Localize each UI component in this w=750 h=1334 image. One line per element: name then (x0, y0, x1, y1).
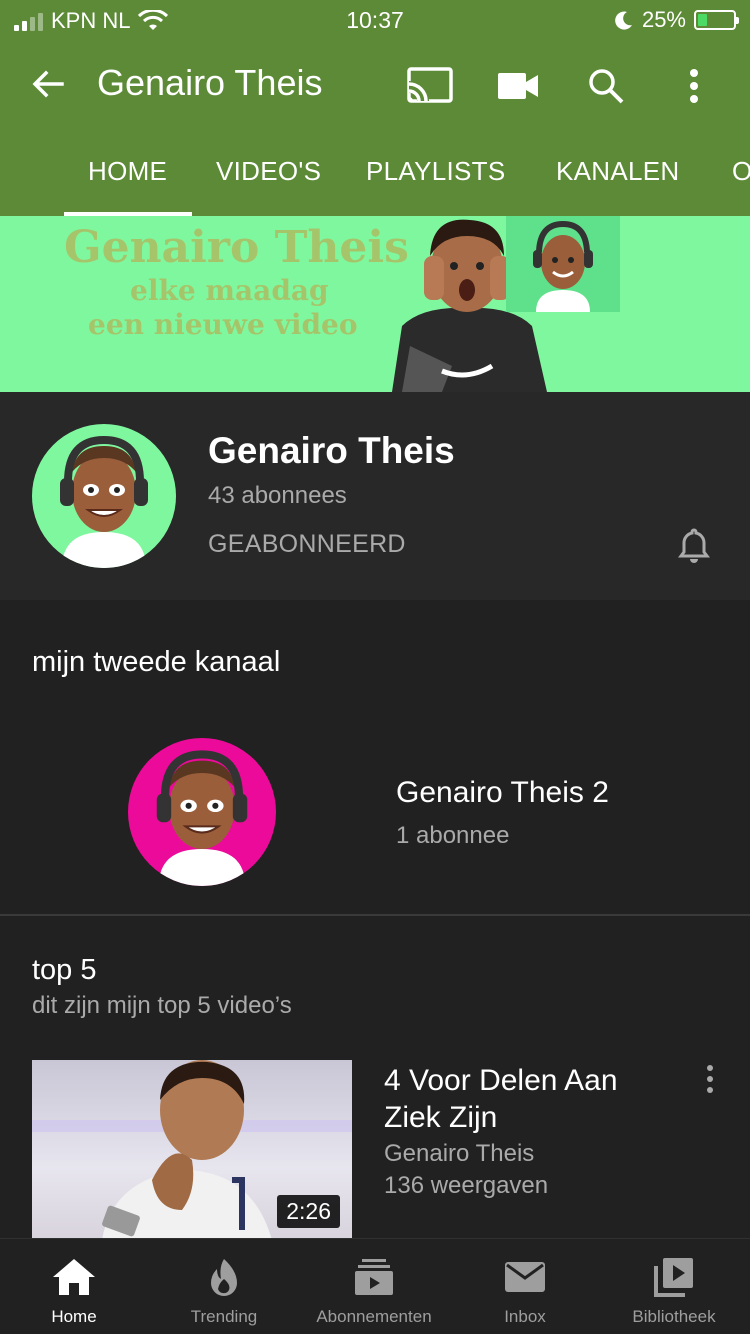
search-icon[interactable] (582, 64, 630, 108)
video-title[interactable]: 4 Voor Delen Aan Ziek Zijn (384, 1062, 674, 1136)
bitmoji-avatar (156, 750, 248, 886)
cast-icon[interactable] (406, 64, 454, 108)
subscriber-count: 43 abonnees (208, 482, 347, 509)
back-arrow-icon[interactable] (28, 64, 68, 104)
video-channel: Genairo Theis (384, 1140, 535, 1167)
channel-header: Genairo Theis 43 abonnees GEABONNEERD (0, 392, 750, 600)
video-camera-icon[interactable] (494, 64, 542, 108)
library-icon (650, 1253, 698, 1301)
battery-level (698, 14, 707, 26)
bottom-navigation: Home Trending Abonnementen Inbox Bibliot… (0, 1238, 750, 1334)
nav-library-label: Bibliotheek (632, 1307, 716, 1326)
nav-trending[interactable]: Trending (174, 1239, 274, 1334)
shelf-subtitle: dit zijn mijn top 5 video’s (32, 992, 292, 1019)
mail-icon (501, 1253, 549, 1301)
nav-home-label: Home (51, 1307, 97, 1326)
battery-percent: 25% (641, 7, 686, 32)
tab-channels[interactable]: KANALEN (556, 156, 679, 187)
flame-icon (200, 1253, 248, 1301)
bitmoji-avatar (60, 435, 148, 568)
featured-channel-item[interactable]: Genairo Theis 2 1 abonnee (0, 700, 750, 914)
nav-inbox[interactable]: Inbox (475, 1239, 575, 1334)
second-channel-subscribers: 1 abonnee (396, 822, 510, 849)
channel-tabs: HOME VIDEO'S PLAYLISTS KANALEN O (0, 130, 750, 216)
featured-channels-title: mijn tweede kanaal (32, 646, 281, 678)
tab-videos[interactable]: VIDEO'S (216, 156, 321, 187)
app-bar: Genairo Theis (0, 40, 750, 130)
banner-title: Genairo Theis (64, 222, 409, 273)
subscriptions-icon (350, 1253, 398, 1301)
shelf-title: top 5 (32, 954, 97, 986)
nav-inbox-label: Inbox (504, 1307, 546, 1326)
more-vert-icon[interactable] (700, 1064, 720, 1094)
nav-subscriptions-label: Abonnementen (316, 1307, 432, 1326)
nav-subscriptions[interactable]: Abonnementen (304, 1239, 444, 1334)
status-bar: KPN NL 10:37 25% (0, 0, 750, 40)
nav-trending-label: Trending (190, 1307, 258, 1326)
tab-playlists[interactable]: PLAYLISTS (366, 156, 506, 187)
banner-avatar-thumbnail (506, 216, 620, 312)
nav-home[interactable]: Home (24, 1239, 124, 1334)
video-views: 136 weergaven (384, 1172, 549, 1199)
second-channel-name[interactable]: Genairo Theis 2 (396, 776, 609, 810)
bell-icon[interactable] (674, 524, 714, 564)
second-channel-avatar[interactable] (128, 738, 276, 886)
tab-home[interactable]: HOME (88, 156, 167, 187)
banner-line-2: elke maadag (130, 274, 329, 307)
video-item[interactable]: 2:26 4 Voor Delen Aan Ziek Zijn Genairo … (0, 1060, 750, 1240)
video-duration: 2:26 (277, 1195, 340, 1228)
more-vert-icon[interactable] (670, 64, 718, 108)
channel-title: Genairo Theis (97, 62, 323, 103)
section-divider (0, 914, 750, 916)
channel-avatar[interactable] (32, 424, 176, 568)
tab-about[interactable]: O (732, 156, 750, 187)
channel-banner: Genairo Theis elke maadag een nieuwe vid… (0, 216, 750, 392)
video-thumbnail[interactable]: 2:26 (32, 1060, 352, 1240)
nav-library[interactable]: Bibliotheek (619, 1239, 729, 1334)
subscribed-button[interactable]: GEABONNEERD (208, 530, 406, 559)
battery-icon (694, 10, 739, 30)
home-icon (50, 1253, 98, 1301)
moon-icon (615, 11, 632, 30)
channel-name: Genairo Theis (208, 430, 455, 471)
status-right: 25% (614, 7, 739, 33)
banner-line-3: een nieuwe video (88, 308, 358, 341)
